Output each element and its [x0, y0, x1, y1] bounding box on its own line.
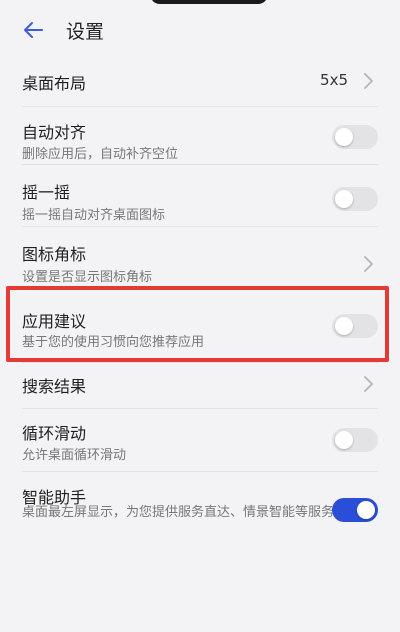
setting-label: 循环滑动: [22, 424, 87, 443]
back-arrow-icon: [24, 22, 43, 38]
setting-label: 应用建议: [22, 312, 87, 331]
setting-label: 摇一摇: [22, 183, 71, 202]
toggle-knob: [335, 317, 353, 335]
setting-shake[interactable]: 摇一摇 摇一摇自动对齐桌面图标: [0, 165, 400, 223]
back-button[interactable]: [16, 13, 50, 47]
setting-description: 允许桌面循环滑动: [22, 448, 127, 463]
header: 设置: [0, 0, 400, 60]
setting-loop-scroll[interactable]: 循环滑动 允许桌面循环滑动: [0, 409, 400, 469]
toggle-knob: [335, 431, 353, 449]
setting-desktop-layout[interactable]: 桌面布局 5x5: [0, 56, 400, 106]
setting-description: 设置是否显示图标角标: [22, 270, 153, 285]
chevron-right-icon: [364, 376, 373, 392]
auto-align-toggle[interactable]: [332, 125, 378, 149]
setting-search-results[interactable]: 搜索结果: [0, 363, 400, 407]
divider: [22, 287, 378, 288]
smart-assistant-toggle[interactable]: [332, 498, 378, 522]
setting-description: 删除应用后，自动补齐空位: [22, 147, 179, 162]
loop-scroll-toggle[interactable]: [332, 428, 378, 452]
app-suggestions-toggle[interactable]: [332, 314, 378, 338]
setting-description: 基于您的使用习惯向您推荐应用: [22, 335, 205, 350]
setting-auto-align[interactable]: 自动对齐 删除应用后，自动补齐空位: [0, 107, 400, 163]
toggle-knob: [335, 190, 353, 208]
settings-screen: 设置 桌面布局 5x5 自动对齐 删除应用后，自动补齐空位 摇一摇 摇一摇自动对…: [0, 0, 400, 632]
toggle-knob: [357, 501, 375, 519]
setting-description: 摇一摇自动对齐桌面图标: [22, 208, 166, 223]
page-title: 设置: [66, 20, 105, 43]
setting-icon-badge[interactable]: 图标角标 设置是否显示图标角标: [0, 227, 400, 285]
toggle-knob: [335, 128, 353, 146]
setting-label: 自动对齐: [22, 123, 87, 142]
setting-app-suggestions[interactable]: 应用建议 基于您的使用习惯向您推荐应用: [0, 292, 400, 356]
chevron-right-icon: [364, 256, 373, 272]
setting-description: 桌面最左屏显示，为您提供服务直达、情景智能等服务: [22, 505, 335, 520]
setting-smart-assistant[interactable]: 智能助手 桌面最左屏显示，为您提供服务直达、情景智能等服务: [0, 472, 400, 552]
shake-toggle[interactable]: [332, 187, 378, 211]
setting-label: 搜索结果: [22, 377, 87, 396]
chevron-right-icon: [364, 73, 373, 89]
setting-value: 5x5: [320, 71, 348, 89]
setting-label: 图标角标: [22, 245, 87, 264]
setting-label: 桌面布局: [22, 74, 87, 93]
